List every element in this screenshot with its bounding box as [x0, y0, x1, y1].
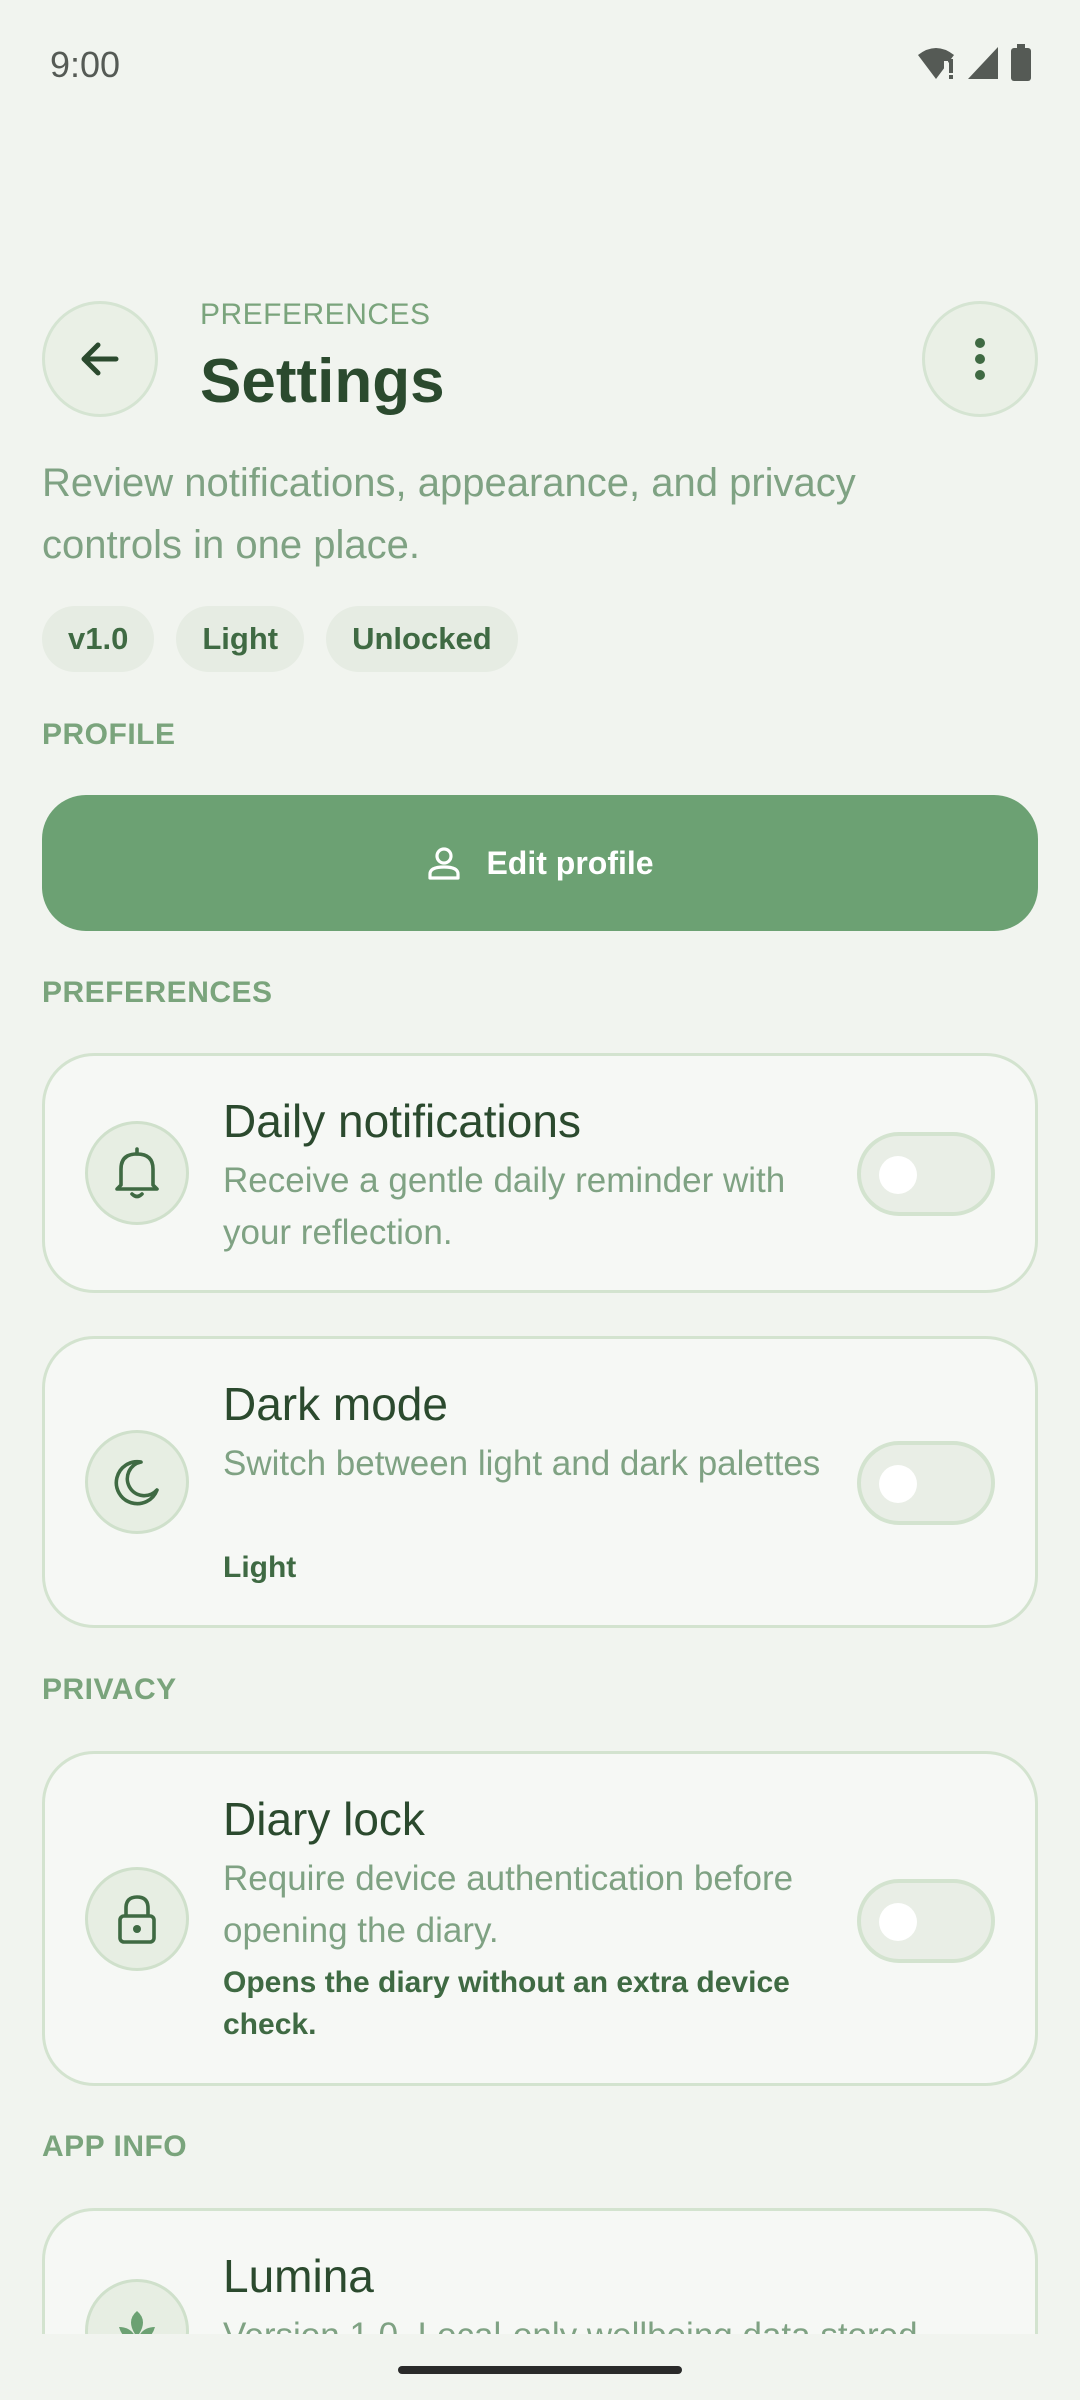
diary-lock-toggle[interactable]: [857, 1879, 995, 1963]
edit-profile-button[interactable]: Edit profile: [42, 795, 1038, 931]
back-button[interactable]: [42, 301, 158, 417]
lock-icon: [118, 1895, 156, 1944]
toggle-knob: [879, 1156, 917, 1194]
app-info-card: Lumina Version 1.0. Local-only wellbeing…: [42, 2208, 1038, 2334]
notifications-title: Daily notifications: [223, 1095, 581, 1147]
notifications-description: Receive a gentle daily reminder with you…: [223, 1161, 786, 1252]
bell-icon: [115, 1147, 159, 1199]
leaf-icon: [119, 2311, 155, 2334]
lock-status-chip: Unlocked: [326, 606, 518, 672]
page-title: Settings: [200, 347, 445, 416]
notifications-toggle[interactable]: [857, 1132, 995, 1216]
scroll-content[interactable]: PREFERENCES Settings Review notification…: [0, 0, 1080, 2334]
edit-profile-label: Edit profile: [486, 844, 654, 881]
more-options-button[interactable]: [922, 301, 1038, 417]
dark-mode-icon-badge: [85, 1430, 189, 1534]
app-description: Version 1.0. Local-only wellbeing data s…: [223, 2310, 963, 2334]
notifications-card: Daily notifications Receive a gentle dai…: [42, 1053, 1038, 1293]
version-chip: v1.0: [42, 606, 155, 672]
moon-icon: [114, 1459, 159, 1506]
arrow-left-icon: [81, 342, 119, 376]
dark-mode-title: Dark mode: [223, 1378, 448, 1430]
diary-lock-status: Opens the diary without an extra device …: [223, 1966, 790, 2041]
dark-mode-description: Switch between light and dark palettes: [223, 1444, 821, 1483]
header-overline: PREFERENCES: [200, 298, 431, 331]
person-icon: [428, 847, 461, 880]
app-name: Lumina: [223, 2250, 374, 2302]
notifications-icon-badge: [85, 1121, 189, 1225]
more-vert-icon: [975, 338, 985, 380]
page-subtitle: Review notifications, appearance, and pr…: [42, 461, 856, 567]
dark-mode-status: Light: [223, 1551, 297, 1584]
section-label-app-info: APP INFO: [42, 2130, 188, 2163]
section-label-profile: PROFILE: [42, 718, 176, 751]
diary-lock-card: Diary lock Require device authentication…: [42, 1751, 1038, 2086]
toggle-knob: [879, 1903, 917, 1941]
app-icon-badge: [85, 2279, 189, 2334]
gesture-nav-handle[interactable]: [398, 2366, 682, 2374]
diary-lock-title: Diary lock: [223, 1793, 425, 1845]
dark-mode-card: Dark mode Switch between light and dark …: [42, 1336, 1038, 1628]
toggle-knob: [879, 1465, 917, 1503]
section-label-preferences: PREFERENCES: [42, 976, 273, 1009]
diary-lock-description: Require device authentication before ope…: [223, 1859, 794, 1950]
diary-lock-icon-badge: [85, 1867, 189, 1971]
dark-mode-toggle[interactable]: [857, 1441, 995, 1525]
section-label-privacy: PRIVACY: [42, 1673, 177, 1706]
status-chips: v1.0 Light Unlocked: [42, 606, 518, 672]
theme-chip: Light: [176, 606, 305, 672]
